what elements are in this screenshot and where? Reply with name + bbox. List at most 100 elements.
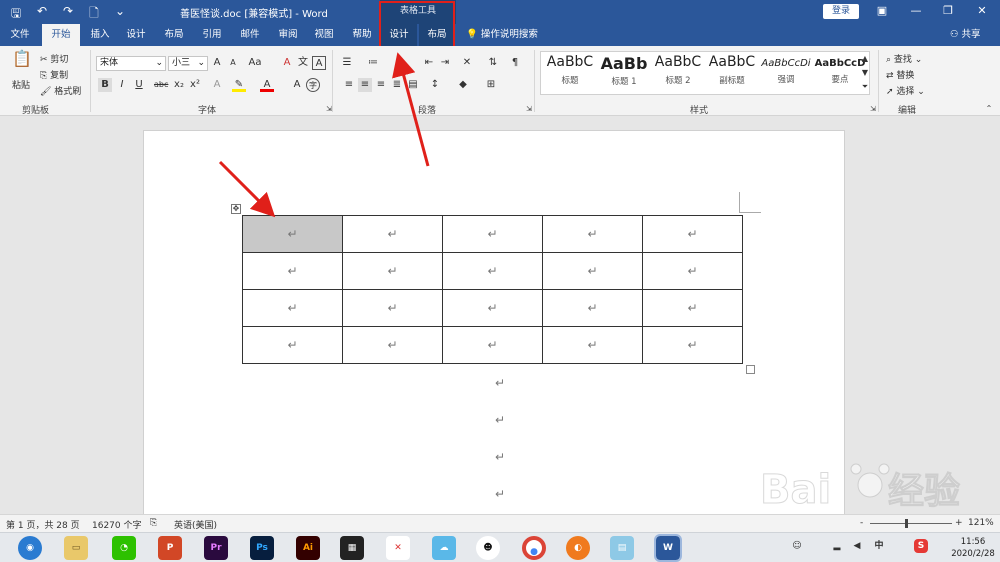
chinese-layout-icon[interactable]: ✕ xyxy=(460,56,474,70)
tab-help[interactable]: 帮助 xyxy=(346,24,378,46)
bold-icon[interactable]: B xyxy=(98,78,112,92)
powerpoint-icon[interactable]: P xyxy=(158,536,182,560)
table-resize-handle[interactable] xyxy=(746,365,755,374)
login-button[interactable]: 登录 xyxy=(823,4,859,19)
character-border-icon[interactable]: A xyxy=(312,56,326,70)
tab-home[interactable]: 开始 xyxy=(42,24,80,46)
strikethrough-icon[interactable]: abc xyxy=(154,78,168,92)
table-move-handle[interactable]: ✥ xyxy=(231,204,241,214)
show-marks-icon[interactable]: ¶ xyxy=(508,56,522,70)
character-shading-icon[interactable]: A xyxy=(290,78,304,92)
copy-button[interactable]: ⎘ 复制 xyxy=(40,68,68,81)
ribbon-display-options-icon[interactable]: ▣ xyxy=(872,4,892,17)
table-cell[interactable]: ↵ xyxy=(342,252,443,290)
style-emphasis[interactable]: AaBbCcDi 强调 xyxy=(759,54,813,94)
replace-button[interactable]: ⇄ 替换 xyxy=(886,68,914,81)
file-explorer-icon[interactable]: ▭ xyxy=(64,536,88,560)
zoom-slider-thumb[interactable] xyxy=(905,519,908,528)
table-cell[interactable]: ↵ xyxy=(442,252,543,290)
table-cell[interactable]: ↵ xyxy=(242,326,343,364)
table-cell[interactable]: ↵ xyxy=(442,326,543,364)
tab-review[interactable]: 审阅 xyxy=(272,24,304,46)
table-cell[interactable]: ↵ xyxy=(342,326,443,364)
more-styles-icon[interactable]: ⏷ xyxy=(858,80,872,94)
tab-references[interactable]: 引用 xyxy=(196,24,228,46)
sort-icon[interactable]: ⇅ xyxy=(486,56,500,70)
video-editor-icon[interactable]: ▦ xyxy=(340,536,364,560)
distributed-icon[interactable]: ▤ xyxy=(406,78,420,92)
font-size-select[interactable]: 小三 ⌄ xyxy=(168,56,208,71)
table-cell[interactable]: ↵ xyxy=(642,252,743,290)
table-cell-selected[interactable]: ↵ xyxy=(242,215,343,253)
superscript-icon[interactable]: x² xyxy=(188,78,202,92)
table-cell[interactable]: ↵ xyxy=(242,252,343,290)
collapse-ribbon-icon[interactable]: ⌃ xyxy=(982,102,996,116)
table-cell[interactable]: ↵ xyxy=(642,326,743,364)
chrome-icon[interactable]: ● xyxy=(522,536,546,560)
paste-icon[interactable]: 📋 xyxy=(12,51,32,74)
tab-insert[interactable]: 插入 xyxy=(84,24,116,46)
qq-icon[interactable]: ☻ xyxy=(476,536,500,560)
photoshop-icon[interactable]: Ps xyxy=(250,536,274,560)
browser-360-icon[interactable]: ◉ xyxy=(18,536,42,560)
decrease-indent-icon[interactable]: ⇤ xyxy=(422,56,436,70)
borders-icon[interactable]: ⊞ xyxy=(484,78,498,92)
close-icon[interactable]: ✕ xyxy=(972,4,992,17)
zoom-level[interactable]: 121% xyxy=(968,518,994,528)
table-cell[interactable]: ↵ xyxy=(542,215,643,253)
table-cell[interactable]: ↵ xyxy=(442,289,543,327)
style-title[interactable]: AaBbC 标题 xyxy=(543,54,597,94)
table-cell[interactable]: ↵ xyxy=(542,252,643,290)
sogou-icon[interactable]: S xyxy=(914,539,928,553)
text-effects-icon[interactable]: A xyxy=(210,78,224,92)
tab-mailings[interactable]: 邮件 xyxy=(234,24,266,46)
shading-icon[interactable]: ◆ xyxy=(456,78,470,92)
highlight-color-icon[interactable]: ✎ xyxy=(232,78,246,92)
language-indicator[interactable]: 英语(美国) xyxy=(174,518,217,531)
shrink-font-icon[interactable]: A xyxy=(226,56,240,70)
zoom-in-button[interactable]: + xyxy=(955,518,963,528)
network-icon[interactable]: ▂ xyxy=(830,539,844,553)
increase-indent-icon[interactable]: ⇥ xyxy=(438,56,452,70)
grow-font-icon[interactable]: A xyxy=(210,56,224,70)
cut-button[interactable]: ✂ 剪切 xyxy=(40,52,68,65)
word-icon[interactable]: W xyxy=(654,534,682,562)
page-count[interactable]: 第 1 页，共 28 页 xyxy=(6,518,80,531)
illustrator-icon[interactable]: Ai xyxy=(296,536,320,560)
redo-icon[interactable]: ↷ xyxy=(60,4,76,25)
share-button[interactable]: ⚇ 共享 xyxy=(950,24,981,46)
italic-icon[interactable]: I xyxy=(115,78,129,92)
numbering-icon[interactable]: ≔ xyxy=(366,56,380,70)
system-clock[interactable]: 11:56 2020/2/28 xyxy=(948,536,998,560)
underline-icon[interactable]: U xyxy=(132,78,146,92)
table-cell[interactable]: ↵ xyxy=(642,215,743,253)
format-painter-button[interactable]: 🖌 格式刷 xyxy=(40,84,81,97)
input-method-icon[interactable]: 中 xyxy=(872,539,886,553)
select-button[interactable]: ➚ 选择 ⌄ xyxy=(886,84,925,97)
zoom-slider[interactable] xyxy=(870,523,952,524)
table-cell[interactable]: ↵ xyxy=(542,289,643,327)
phonetic-guide-icon[interactable]: 文 xyxy=(296,56,310,70)
subscript-icon[interactable]: x₂ xyxy=(172,78,186,92)
save-icon[interactable]: 🖫 xyxy=(8,4,24,25)
new-document-icon[interactable]: 🗋 xyxy=(86,4,102,25)
dialog-launcher-icon[interactable]: ⇲ xyxy=(322,102,336,116)
customize-toolbar-icon[interactable]: ⌄ xyxy=(112,4,128,25)
align-center-icon[interactable]: ≡ xyxy=(358,78,372,92)
table-cell[interactable]: ↵ xyxy=(342,215,443,253)
undo-icon[interactable]: ↶ xyxy=(34,4,50,25)
premiere-icon[interactable]: Pr xyxy=(204,536,228,560)
find-button[interactable]: ⌕ 查找 ⌄ xyxy=(886,52,922,65)
justify-icon[interactable]: ≣ xyxy=(390,78,404,92)
scroll-down-icon[interactable]: ▼ xyxy=(858,66,872,80)
people-icon[interactable]: ☺ xyxy=(790,539,804,553)
align-right-icon[interactable]: ≡ xyxy=(374,78,388,92)
table-cell[interactable]: ↵ xyxy=(242,289,343,327)
tab-view[interactable]: 视图 xyxy=(308,24,340,46)
style-subtitle[interactable]: AaBbC 副标题 xyxy=(705,54,759,94)
minimize-icon[interactable]: — xyxy=(906,4,926,17)
volume-icon[interactable]: ◀ xyxy=(850,539,864,553)
cloud-app-icon[interactable]: ☁ xyxy=(432,536,456,560)
font-color-icon[interactable]: A xyxy=(260,78,274,92)
scroll-up-icon[interactable]: ▲ xyxy=(858,52,872,66)
